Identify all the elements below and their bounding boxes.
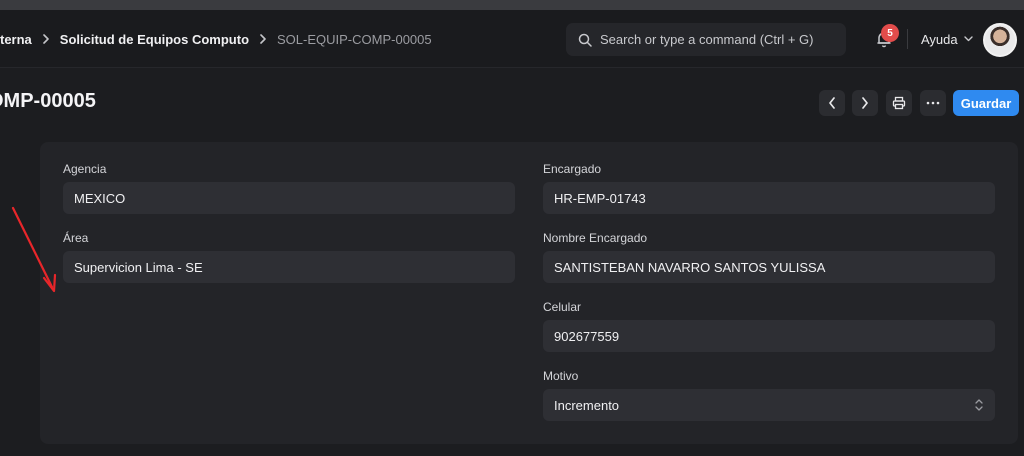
agencia-value: MEXICO (74, 190, 126, 206)
user-avatar[interactable] (983, 23, 1017, 57)
navbar-divider (907, 29, 908, 49)
encargado-label: Encargado (543, 162, 602, 176)
select-arrows-icon (975, 398, 983, 412)
chevron-left-icon (828, 97, 836, 109)
celular-value: 902677559 (554, 328, 620, 344)
motivo-label: Motivo (543, 369, 579, 383)
search-placeholder: Search or type a command (Ctrl + G) (600, 32, 814, 47)
celular-field[interactable]: 902677559 (543, 320, 995, 352)
area-value: Supervicion Lima - SE (74, 259, 203, 275)
print-button[interactable] (886, 90, 912, 116)
help-label: Ayuda (921, 31, 958, 47)
breadcrumb-item-doctype[interactable]: Solicitud de Equipos Computo (60, 32, 249, 47)
help-dropdown[interactable]: Ayuda (921, 30, 973, 48)
ellipsis-icon (926, 101, 940, 105)
previous-record-button[interactable] (819, 90, 845, 116)
chevron-right-icon (259, 34, 267, 44)
breadcrumb: terna Solicitud de Equipos Computo SOL-E… (0, 10, 432, 68)
area-field[interactable]: Supervicion Lima - SE (63, 251, 515, 283)
more-options-button[interactable] (920, 90, 946, 116)
navbar: terna Solicitud de Equipos Computo SOL-E… (0, 10, 1024, 68)
search-input[interactable]: Search or type a command (Ctrl + G) (566, 23, 846, 56)
chevron-right-icon (42, 34, 50, 44)
nombre-encargado-label: Nombre Encargado (543, 231, 648, 245)
encargado-field[interactable]: HR-EMP-01743 (543, 182, 995, 214)
chevron-right-icon (861, 97, 869, 109)
nombre-encargado-field[interactable]: SANTISTEBAN NAVARRO SANTOS YULISSA (543, 251, 995, 283)
motivo-select[interactable]: Incremento (543, 389, 995, 421)
encargado-value: HR-EMP-01743 (554, 190, 646, 206)
agencia-field[interactable]: MEXICO (63, 182, 515, 214)
form-card: Agencia MEXICO Área Supervicion Lima - S… (40, 142, 1018, 444)
breadcrumb-item-module[interactable]: terna (0, 32, 32, 47)
next-record-button[interactable] (852, 90, 878, 116)
annotation-arrow-icon (11, 206, 57, 293)
nombre-encargado-value: SANTISTEBAN NAVARRO SANTOS YULISSA (554, 259, 826, 275)
save-button[interactable]: Guardar (953, 90, 1019, 116)
page-title: OMP-00005 (0, 90, 96, 112)
breadcrumb-item-current: SOL-EQUIP-COMP-00005 (277, 31, 432, 47)
search-icon (578, 33, 592, 47)
motivo-value: Incremento (554, 397, 620, 413)
agencia-label: Agencia (63, 162, 107, 176)
notification-count-badge: 5 (881, 24, 899, 42)
chevron-down-icon (963, 36, 973, 42)
celular-label: Celular (543, 300, 582, 314)
printer-icon (892, 96, 906, 110)
window-top-strip (0, 0, 1024, 10)
